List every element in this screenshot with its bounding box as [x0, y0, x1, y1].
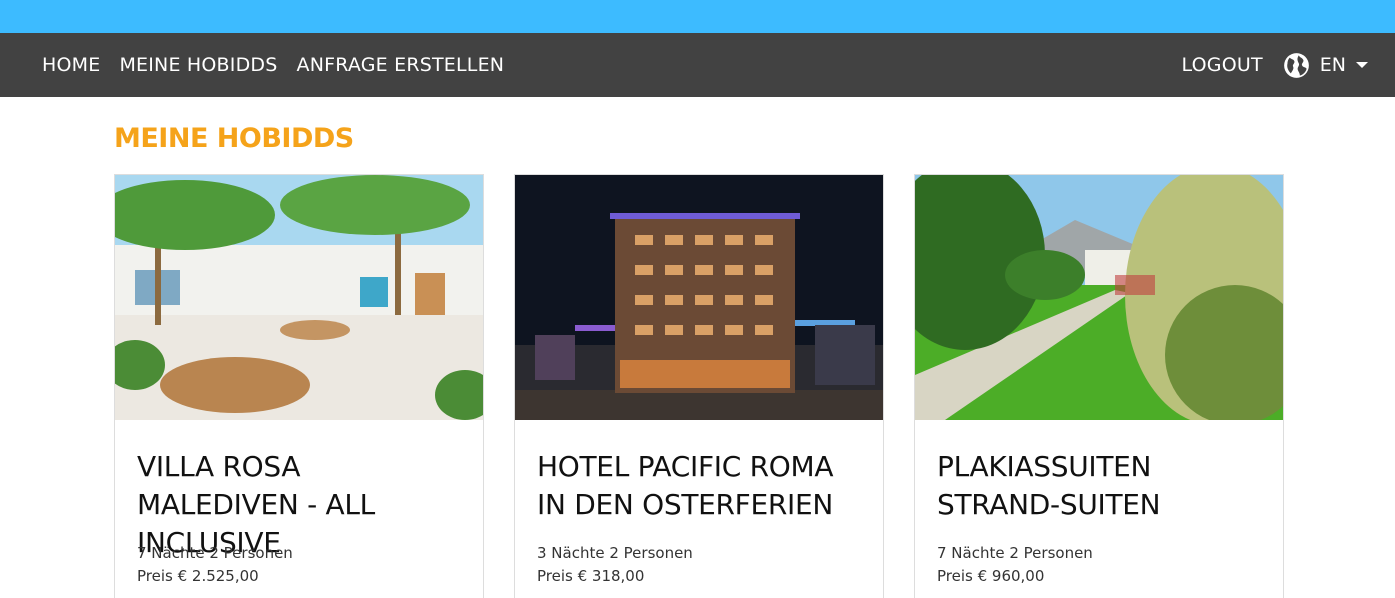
suites-photo [915, 175, 1283, 420]
nav-right: LOGOUT EN [1182, 52, 1368, 79]
top-accent-bar [0, 0, 1395, 33]
main-content: MEINE HOBIDDS VILLA ROSA MALEDIVEN - ALL… [0, 124, 1395, 598]
nav-anfrage-erstellen[interactable]: ANFRAGE ERSTELLEN [297, 54, 505, 76]
page-title: MEINE HOBIDDS [114, 123, 354, 154]
card-nights-persons: 7 Nächte 2 Personen [137, 544, 293, 562]
card-body: HOTEL PACIFIC ROMA IN DEN OSTERFERIEN 3 … [515, 420, 883, 588]
card-image-villa[interactable] [115, 175, 483, 420]
offer-card[interactable]: PLAKIASSUITEN STRAND-SUITEN 7 Nächte 2 P… [914, 174, 1284, 598]
card-title[interactable]: PLAKIASSUITEN STRAND-SUITEN [937, 448, 1261, 532]
offer-card[interactable]: VILLA ROSA MALEDIVEN - ALL INCLUSIVE 7 N… [114, 174, 484, 598]
caret-down-icon [1356, 62, 1368, 68]
language-dropdown[interactable]: EN [1283, 52, 1368, 79]
offer-cards: VILLA ROSA MALEDIVEN - ALL INCLUSIVE 7 N… [114, 174, 1395, 598]
card-body: PLAKIASSUITEN STRAND-SUITEN 7 Nächte 2 P… [915, 420, 1283, 588]
card-price: Preis € 318,00 [537, 567, 645, 585]
card-image-hotel[interactable] [515, 175, 883, 420]
globe-icon [1283, 52, 1309, 78]
card-title[interactable]: VILLA ROSA MALEDIVEN - ALL INCLUSIVE [137, 448, 461, 559]
card-nights-persons: 7 Nächte 2 Personen [937, 544, 1093, 562]
card-nights-persons: 3 Nächte 2 Personen [537, 544, 693, 562]
offer-card[interactable]: HOTEL PACIFIC ROMA IN DEN OSTERFERIEN 3 … [514, 174, 884, 598]
card-title[interactable]: HOTEL PACIFIC ROMA IN DEN OSTERFERIEN [537, 448, 861, 532]
language-label: EN [1319, 54, 1346, 76]
nav-meine-hobidds[interactable]: MEINE HOBIDDS [119, 54, 277, 76]
nav-left: HOME MEINE HOBIDDS ANFRAGE ERSTELLEN [42, 54, 523, 76]
card-image-suites[interactable] [915, 175, 1283, 420]
hotel-photo [515, 175, 883, 420]
card-price: Preis € 2.525,00 [137, 567, 259, 585]
nav-home[interactable]: HOME [42, 54, 100, 76]
villa-photo [115, 175, 483, 420]
logout-link[interactable]: LOGOUT [1182, 54, 1263, 76]
card-body: VILLA ROSA MALEDIVEN - ALL INCLUSIVE 7 N… [115, 420, 483, 588]
card-price: Preis € 960,00 [937, 567, 1045, 585]
main-navbar: HOME MEINE HOBIDDS ANFRAGE ERSTELLEN LOG… [0, 33, 1395, 97]
